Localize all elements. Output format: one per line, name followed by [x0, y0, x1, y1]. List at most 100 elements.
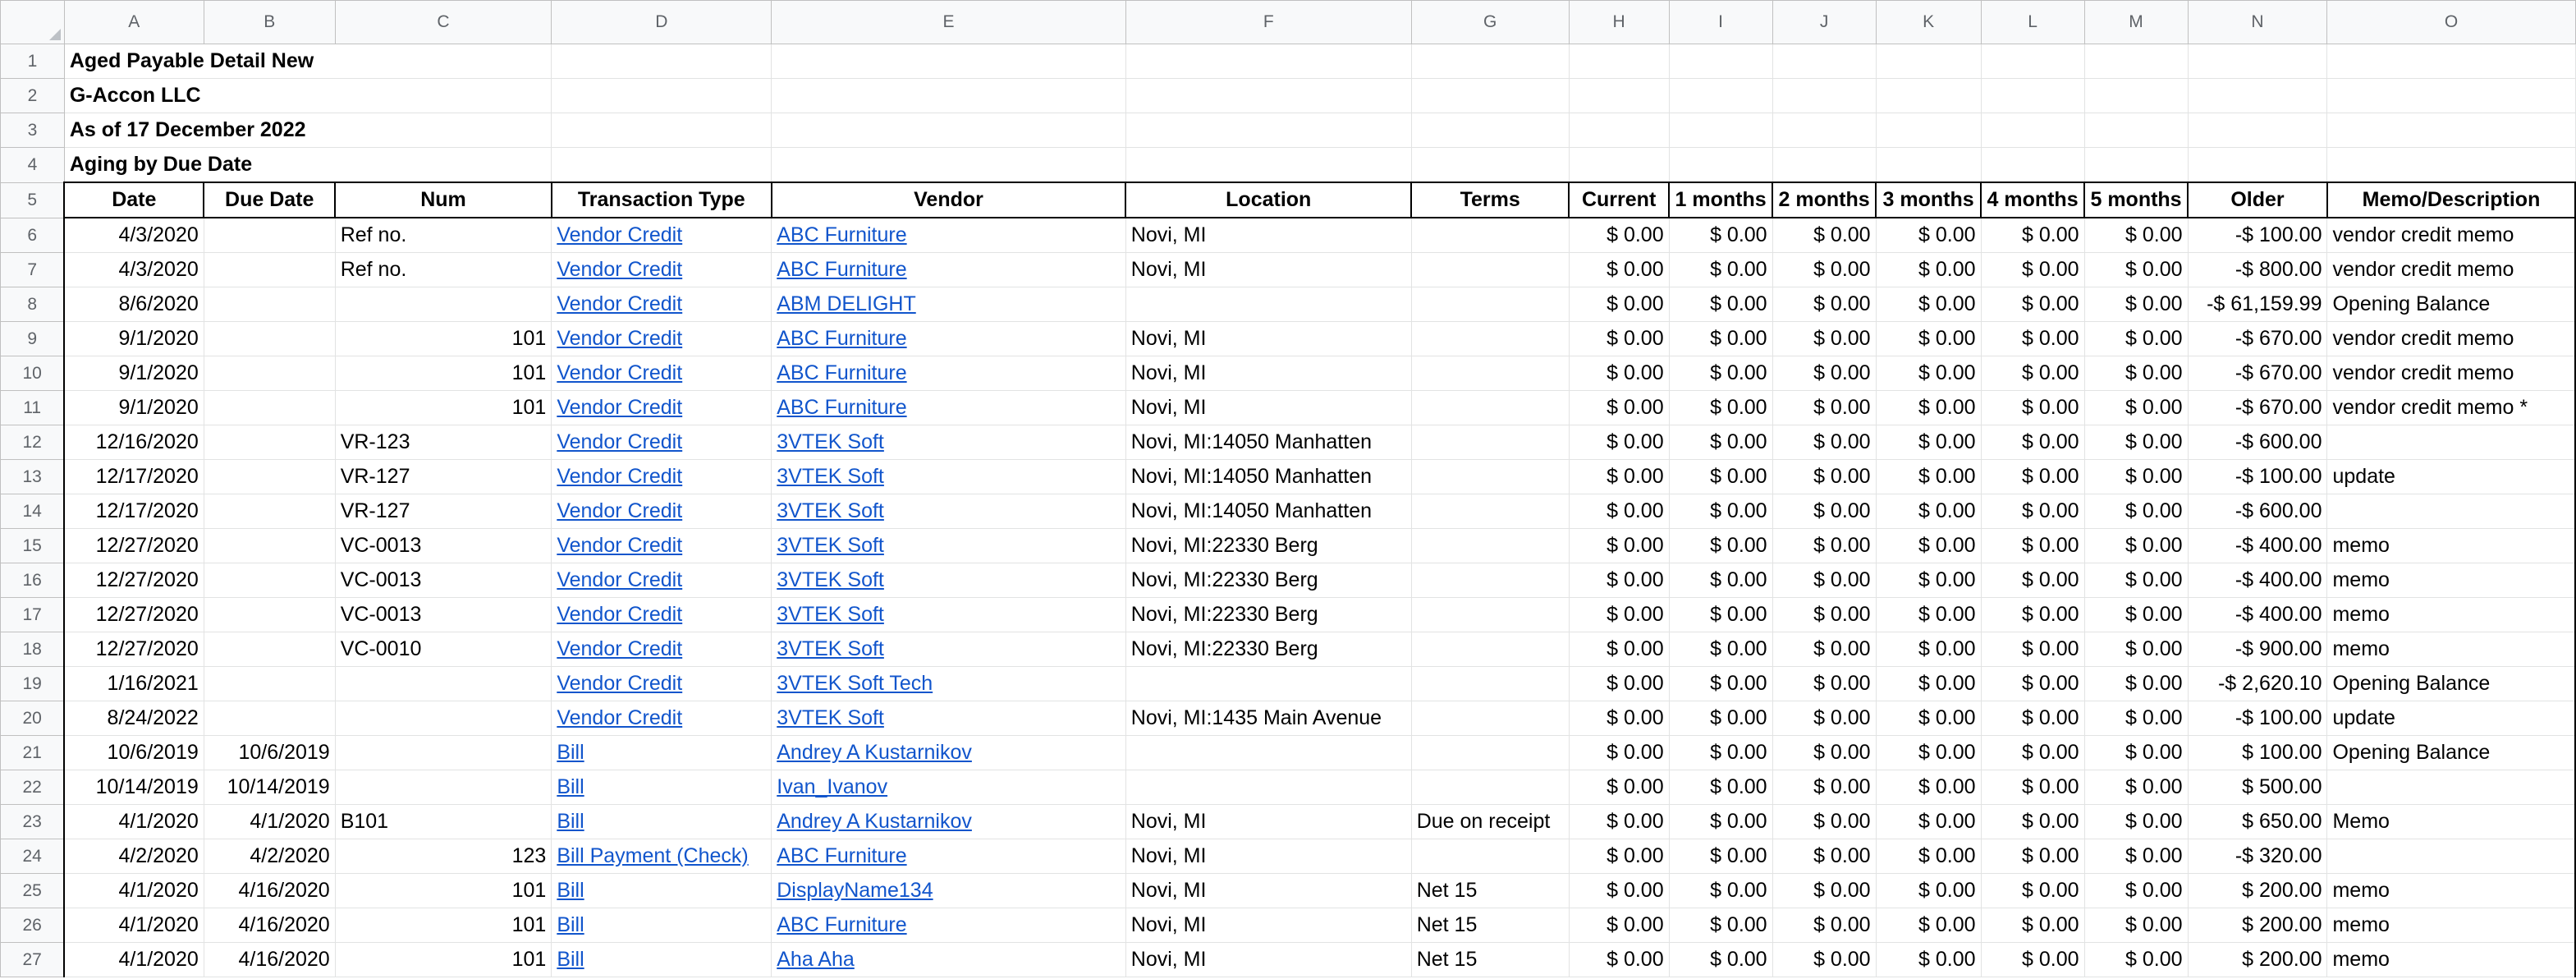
terms-cell[interactable] [1410, 252, 1570, 287]
three-month-cell[interactable]: $ 0.00 [1875, 390, 1982, 425]
date-cell[interactable]: 8/6/2020 [63, 287, 204, 322]
memo-cell[interactable]: vendor credit memo * [2326, 390, 2576, 425]
empty-cell[interactable] [551, 78, 772, 113]
one-month-cell[interactable]: $ 0.00 [1668, 735, 1773, 770]
vendor-link[interactable]: ABC Furniture [777, 396, 906, 419]
vendor-cell[interactable]: 3VTEK Soft [771, 494, 1126, 529]
vendor-cell[interactable]: ABM DELIGHT [771, 287, 1126, 322]
vendor-link[interactable]: 3VTEK Soft [777, 465, 884, 488]
memo-cell[interactable]: vendor credit memo [2326, 217, 2576, 253]
five-month-cell[interactable]: $ 0.00 [2083, 494, 2189, 529]
report-title-cell[interactable]: Aged Payable Detail New [63, 44, 552, 79]
three-month-cell[interactable]: $ 0.00 [1875, 597, 1982, 632]
empty-cell[interactable] [1125, 113, 1412, 148]
five-month-cell[interactable]: $ 0.00 [2083, 942, 2189, 977]
date-cell[interactable]: 4/1/2020 [63, 873, 204, 908]
five-month-cell[interactable]: $ 0.00 [2083, 217, 2189, 253]
one-month-cell[interactable]: $ 0.00 [1668, 701, 1773, 736]
date-cell[interactable]: 8/24/2022 [63, 701, 204, 736]
terms-cell[interactable] [1410, 839, 1570, 874]
three-month-cell[interactable]: $ 0.00 [1875, 873, 1982, 908]
transaction-type-cell[interactable]: Bill [551, 908, 772, 943]
location-cell[interactable]: Novi, MI [1125, 321, 1412, 356]
older-cell[interactable]: -$ 670.00 [2187, 390, 2328, 425]
vendor-link[interactable]: DisplayName134 [777, 879, 933, 902]
transaction-type-cell[interactable]: Vendor Credit [551, 390, 772, 425]
five-month-cell[interactable]: $ 0.00 [2083, 321, 2189, 356]
vendor-cell[interactable]: ABC Furniture [771, 217, 1126, 253]
terms-cell[interactable] [1410, 390, 1570, 425]
one-month-cell[interactable]: $ 0.00 [1668, 873, 1773, 908]
transaction-type-link[interactable]: Vendor Credit [557, 327, 682, 350]
older-cell[interactable]: -$ 400.00 [2187, 563, 2328, 598]
location-cell[interactable]: Novi, MI:14050 Manhatten [1125, 494, 1412, 529]
older-cell[interactable]: $ 200.00 [2187, 908, 2328, 943]
vendor-cell[interactable]: 3VTEK Soft [771, 597, 1126, 632]
four-month-cell[interactable]: $ 0.00 [1980, 563, 2085, 598]
row-header[interactable]: 13 [0, 459, 65, 494]
older-cell[interactable]: -$ 100.00 [2187, 459, 2328, 494]
empty-cell[interactable] [1772, 113, 1877, 148]
transaction-type-cell[interactable]: Vendor Credit [551, 425, 772, 460]
two-month-cell[interactable]: $ 0.00 [1772, 908, 1877, 943]
four-month-cell[interactable]: $ 0.00 [1980, 942, 2085, 977]
five-month-cell[interactable]: $ 0.00 [2083, 770, 2189, 805]
due-date-cell[interactable] [203, 459, 336, 494]
current-cell[interactable]: $ 0.00 [1568, 321, 1670, 356]
empty-cell[interactable] [1125, 44, 1412, 79]
date-cell[interactable]: 1/16/2021 [63, 666, 204, 701]
older-cell[interactable]: $ 200.00 [2187, 873, 2328, 908]
transaction-type-cell[interactable]: Vendor Credit [551, 252, 772, 287]
three-month-cell[interactable]: $ 0.00 [1875, 804, 1982, 839]
current-cell[interactable]: $ 0.00 [1568, 735, 1670, 770]
three-month-cell[interactable]: $ 0.00 [1875, 287, 1982, 322]
terms-cell[interactable] [1410, 597, 1570, 632]
one-month-cell[interactable]: $ 0.00 [1668, 528, 1773, 563]
memo-cell[interactable] [2326, 770, 2576, 805]
location-cell[interactable] [1125, 735, 1412, 770]
vendor-cell[interactable]: 3VTEK Soft [771, 425, 1126, 460]
four-month-cell[interactable]: $ 0.00 [1980, 459, 2085, 494]
empty-cell[interactable] [1668, 78, 1773, 113]
location-cell[interactable]: Novi, MI [1125, 356, 1412, 391]
transaction-type-cell[interactable]: Vendor Credit [551, 563, 772, 598]
memo-cell[interactable] [2326, 425, 2576, 460]
memo-cell[interactable] [2326, 494, 2576, 529]
due-date-cell[interactable] [203, 701, 336, 736]
four-month-cell[interactable]: $ 0.00 [1980, 528, 2085, 563]
num-cell[interactable]: 101 [334, 356, 552, 391]
three-month-cell[interactable]: $ 0.00 [1875, 632, 1982, 667]
two-month-cell[interactable]: $ 0.00 [1772, 356, 1877, 391]
five-month-cell[interactable]: $ 0.00 [2083, 252, 2189, 287]
column-header-n[interactable]: N [2187, 0, 2328, 44]
row-header[interactable]: 25 [0, 873, 65, 908]
terms-cell[interactable]: Due on receipt [1410, 804, 1570, 839]
num-cell[interactable] [334, 701, 552, 736]
date-cell[interactable]: 4/1/2020 [63, 942, 204, 977]
four-month-cell[interactable]: $ 0.00 [1980, 735, 2085, 770]
transaction-type-link[interactable]: Vendor Credit [557, 637, 682, 660]
transaction-type-link[interactable]: Bill [557, 913, 584, 936]
location-cell[interactable] [1125, 666, 1412, 701]
row-header[interactable]: 3 [0, 113, 65, 148]
header-cell[interactable]: Location [1125, 182, 1413, 218]
terms-cell[interactable] [1410, 425, 1570, 460]
empty-cell[interactable] [1125, 78, 1412, 113]
two-month-cell[interactable]: $ 0.00 [1772, 494, 1877, 529]
two-month-cell[interactable]: $ 0.00 [1772, 217, 1877, 253]
num-cell[interactable]: VC-0013 [334, 563, 552, 598]
older-cell[interactable]: -$ 100.00 [2187, 217, 2328, 253]
four-month-cell[interactable]: $ 0.00 [1980, 217, 2085, 253]
current-cell[interactable]: $ 0.00 [1568, 701, 1670, 736]
one-month-cell[interactable]: $ 0.00 [1668, 632, 1773, 667]
empty-cell[interactable] [2083, 113, 2189, 148]
current-cell[interactable]: $ 0.00 [1568, 287, 1670, 322]
column-header-b[interactable]: B [203, 0, 336, 44]
report-title-cell[interactable]: As of 17 December 2022 [63, 113, 552, 148]
transaction-type-cell[interactable]: Vendor Credit [551, 666, 772, 701]
three-month-cell[interactable]: $ 0.00 [1875, 839, 1982, 874]
older-cell[interactable]: $ 650.00 [2187, 804, 2328, 839]
location-cell[interactable]: Novi, MI [1125, 873, 1412, 908]
memo-cell[interactable]: vendor credit memo [2326, 321, 2576, 356]
four-month-cell[interactable]: $ 0.00 [1980, 908, 2085, 943]
